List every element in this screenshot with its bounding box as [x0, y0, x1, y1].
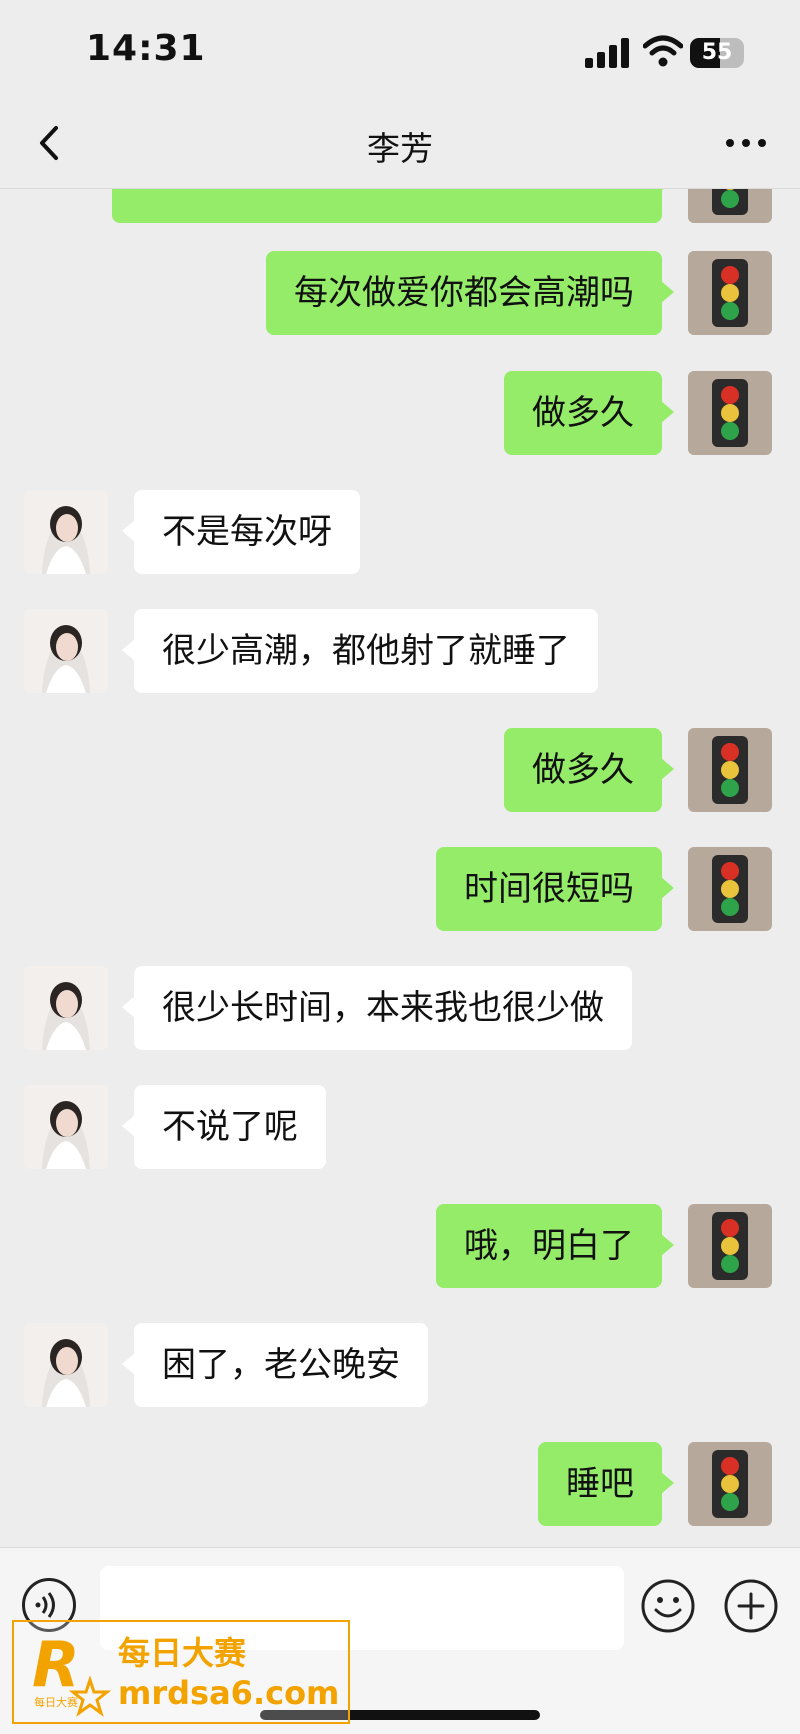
- battery-percent: 55: [701, 40, 733, 65]
- status-time: 14:31: [86, 28, 206, 69]
- my-avatar[interactable]: [688, 1204, 772, 1288]
- message-bubble[interactable]: 哦，明白了: [436, 1204, 674, 1288]
- my-avatar[interactable]: [688, 847, 772, 931]
- profile-photo: [24, 490, 108, 574]
- message-row: 做多久: [504, 728, 772, 812]
- message-row: 困了，老公晚安: [24, 1323, 428, 1407]
- wifi-icon: [643, 35, 683, 67]
- profile-photo: [24, 1323, 108, 1407]
- message-bubble[interactable]: 不说了呢: [122, 1085, 326, 1169]
- contact-avatar[interactable]: [24, 1085, 108, 1169]
- message-list[interactable]: 每次做爱你都会高潮吗 做多久 不是每次呀 很少高潮，都他射了就睡了 做多久 时间…: [0, 189, 800, 1547]
- message-bubble[interactable]: 做多久: [504, 371, 674, 455]
- message-bubble[interactable]: 很少长时间，本来我也很少做: [122, 966, 632, 1050]
- plus-icon[interactable]: [723, 1578, 779, 1634]
- contact-avatar[interactable]: [24, 966, 108, 1050]
- contact-avatar[interactable]: [24, 1323, 108, 1407]
- message-row: 睡吧: [538, 1442, 772, 1526]
- traffic-light-icon: [712, 736, 748, 804]
- chat-title: 李芳: [367, 129, 433, 168]
- message-row: 很少高潮，都他射了就睡了: [24, 609, 598, 693]
- message-bubble[interactable]: 困了，老公晚安: [122, 1323, 428, 1407]
- message-row: 每次做爱你都会高潮吗: [266, 251, 772, 335]
- traffic-light-icon: [712, 379, 748, 447]
- my-avatar[interactable]: [688, 1442, 772, 1526]
- message-bubble[interactable]: 每次做爱你都会高潮吗: [266, 251, 674, 335]
- watermark-title: 每日大赛: [118, 1634, 247, 1672]
- signal-icon: [585, 38, 631, 68]
- message-row: 不说了呢: [24, 1085, 326, 1169]
- status-bar: 14:31 55: [0, 0, 800, 100]
- message-row: 哦，明白了: [436, 1204, 772, 1288]
- contact-avatar[interactable]: [24, 490, 108, 574]
- traffic-light-icon: [712, 1212, 748, 1280]
- traffic-light-icon: [712, 855, 748, 923]
- emoji-icon[interactable]: [640, 1578, 696, 1634]
- message-row: 不是每次呀: [24, 490, 360, 574]
- traffic-light-icon: [712, 1450, 748, 1518]
- message-bubble[interactable]: 很少高潮，都他射了就睡了: [122, 609, 598, 693]
- watermark-url: mrdsa6.com: [118, 1674, 340, 1712]
- svg-text:R: R: [32, 1628, 80, 1701]
- svg-text:每日大赛: 每日大赛: [34, 1695, 78, 1709]
- my-avatar[interactable]: [688, 251, 772, 335]
- message-row: 很少长时间，本来我也很少做: [24, 966, 632, 1050]
- message-bubble[interactable]: 睡吧: [538, 1442, 674, 1526]
- profile-photo: [24, 609, 108, 693]
- chat-header: 李芳: [0, 100, 800, 189]
- more-icon[interactable]: [716, 118, 776, 168]
- message-bubble[interactable]: [112, 189, 674, 223]
- my-avatar[interactable]: [688, 728, 772, 812]
- battery-icon: 55: [690, 38, 744, 68]
- message-row: 做多久: [504, 371, 772, 455]
- message-row-cropped: [112, 189, 772, 223]
- watermark-logo: R 每日大赛: [32, 1628, 112, 1717]
- watermark: R 每日大赛 每日大赛 mrdsa6.com: [12, 1620, 350, 1724]
- profile-photo: [24, 1085, 108, 1169]
- contact-avatar[interactable]: [24, 609, 108, 693]
- message-bubble[interactable]: 做多久: [504, 728, 674, 812]
- my-avatar[interactable]: [688, 189, 772, 223]
- traffic-light-icon: [712, 189, 748, 215]
- profile-photo: [24, 966, 108, 1050]
- message-row: 时间很短吗: [436, 847, 772, 931]
- my-avatar[interactable]: [688, 371, 772, 455]
- message-bubble[interactable]: 时间很短吗: [436, 847, 674, 931]
- message-bubble[interactable]: 不是每次呀: [122, 490, 360, 574]
- traffic-light-icon: [712, 259, 748, 327]
